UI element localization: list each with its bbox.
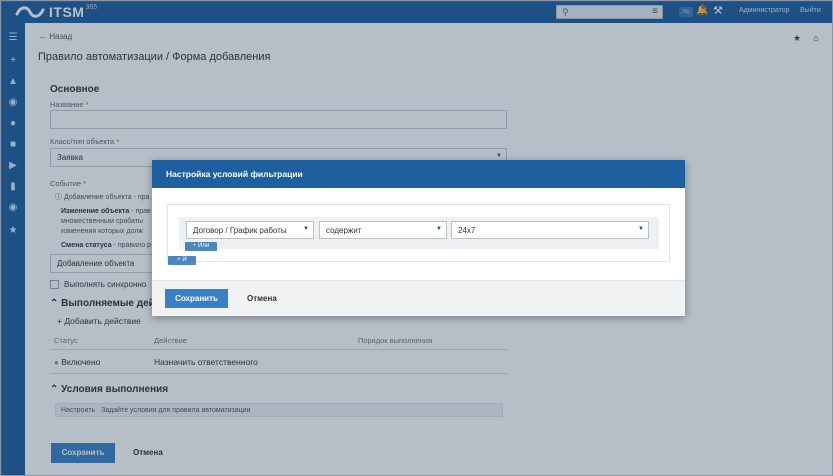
filter-conditions-modal: Настройка условий фильтрации Договор / Г… (152, 160, 685, 316)
condition-operator-value: содержит (326, 226, 362, 235)
add-or-button[interactable]: + Или (185, 242, 217, 251)
modal-title: Настройка условий фильтрации (152, 160, 685, 188)
app-window: ITSM 365 ⚲ ≡ ru 🔔 ⚒ Администратор Выйти … (0, 0, 833, 476)
condition-field-value: Договор / График работы (193, 226, 287, 235)
modal-footer (152, 280, 685, 316)
condition-value-value: 24x7 (458, 226, 476, 235)
modal-cancel-button[interactable]: Отмена (247, 289, 277, 308)
condition-operator-select[interactable]: содержит ▼ (319, 221, 447, 239)
chevron-down-icon: ▼ (303, 226, 309, 232)
condition-value-select[interactable]: 24x7 ▼ (451, 221, 649, 239)
add-and-button[interactable]: + И (168, 256, 196, 265)
modal-save-button[interactable]: Сохранить (165, 289, 228, 308)
chevron-down-icon: ▼ (638, 226, 644, 232)
chevron-down-icon: ▼ (436, 226, 442, 232)
condition-field-select[interactable]: Договор / График работы ▼ (186, 221, 314, 239)
